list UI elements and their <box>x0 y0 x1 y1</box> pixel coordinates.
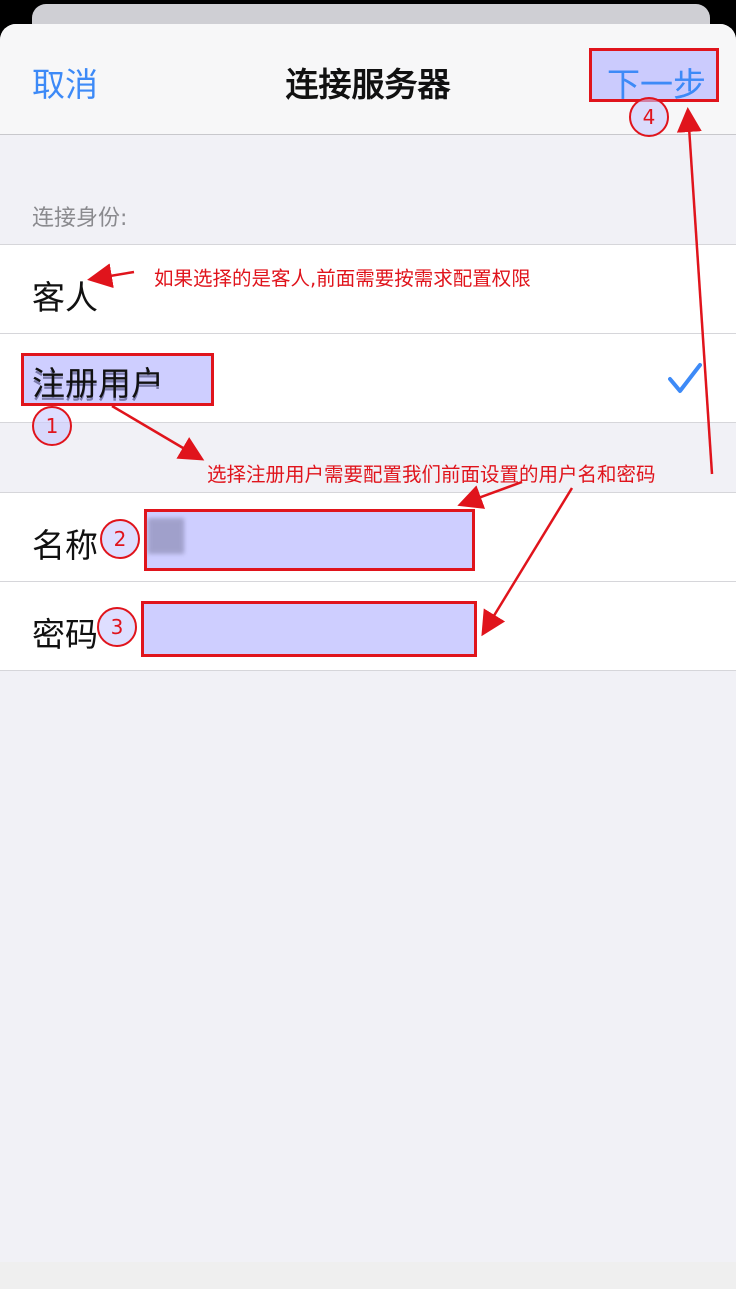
guest-label: 客人 <box>32 278 98 317</box>
name-input-highlight <box>144 509 475 571</box>
registered-overlay-text[interactable]: 注册用户 <box>32 357 164 405</box>
password-input-highlight <box>141 601 477 657</box>
registered-annotation: 选择注册用户需要配置我们前面设置的用户名和密码 <box>207 463 656 486</box>
password-label: 密码 <box>32 615 98 654</box>
step-2-marker: 2 <box>100 519 140 559</box>
step-1-marker: 1 <box>32 406 72 446</box>
home-indicator-area <box>0 1262 736 1289</box>
guest-annotation: 如果选择的是客人,前面需要按需求配置权限 <box>154 267 531 290</box>
checkmark-icon <box>668 363 702 393</box>
step-4-marker: 4 <box>629 97 669 137</box>
identity-section-label: 连接身份: <box>32 206 128 231</box>
redacted-username-overlay <box>148 518 184 554</box>
step-3-marker: 3 <box>97 607 137 647</box>
name-label: 名称 <box>32 526 98 565</box>
